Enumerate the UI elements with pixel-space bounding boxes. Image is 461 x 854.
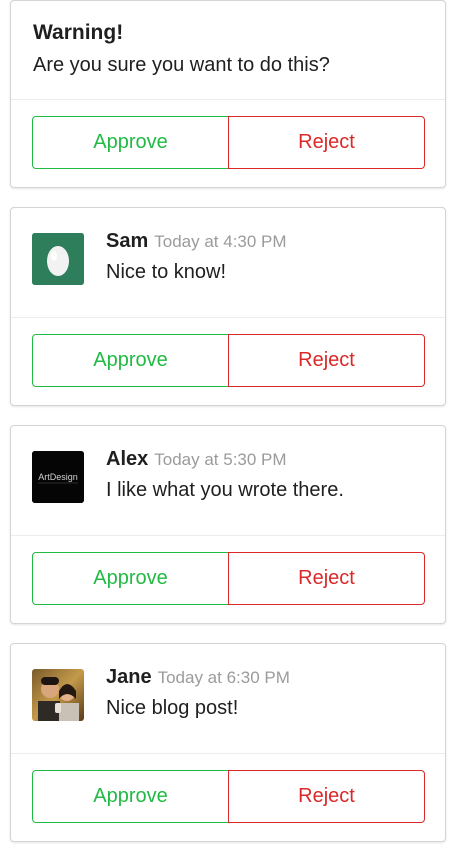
comment-author[interactable]: Alex bbox=[106, 448, 148, 470]
comment-actions: Approve Reject bbox=[11, 535, 445, 623]
comment-actions: Approve Reject bbox=[11, 753, 445, 841]
comment-actions: Approve Reject bbox=[11, 317, 445, 405]
comment-text: I like what you wrote there. bbox=[106, 479, 344, 501]
egg-avatar[interactable] bbox=[32, 233, 84, 285]
approve-reject-group: Approve Reject bbox=[32, 334, 425, 387]
comment-author[interactable]: Sam bbox=[106, 230, 148, 252]
warning-card: Warning! Are you sure you want to do thi… bbox=[10, 0, 446, 188]
approve-button[interactable]: Approve bbox=[32, 552, 229, 605]
comment-meta: Jane Today at 6:30 PM bbox=[106, 666, 290, 689]
warning-title: Warning! bbox=[33, 21, 124, 44]
photo-avatar[interactable] bbox=[32, 669, 84, 721]
warning-actions: Approve Reject bbox=[11, 99, 445, 187]
svg-text:ArtDesign: ArtDesign bbox=[38, 472, 78, 482]
warning-message: Are you sure you want to do this? bbox=[33, 54, 330, 76]
reject-button[interactable]: Reject bbox=[228, 334, 425, 387]
approve-button[interactable]: Approve bbox=[32, 770, 229, 823]
comment-card: ArtDesign Alex Today at 5:30 PM I like wh… bbox=[10, 425, 446, 624]
comment-date: Today at 5:30 PM bbox=[154, 450, 287, 469]
comment-card: Jane Today at 6:30 PM Nice blog post! App… bbox=[10, 643, 446, 842]
approve-reject-group: Approve Reject bbox=[32, 552, 425, 605]
comment-text: Nice to know! bbox=[106, 261, 227, 283]
reject-button[interactable]: Reject bbox=[228, 770, 425, 823]
comment-meta: Alex Today at 5:30 PM bbox=[106, 448, 287, 471]
approve-reject-group: Approve Reject bbox=[32, 770, 425, 823]
comment-date: Today at 6:30 PM bbox=[157, 668, 290, 687]
reject-button[interactable]: Reject bbox=[228, 116, 425, 169]
approve-reject-group: Approve Reject bbox=[32, 116, 425, 169]
approve-button[interactable]: Approve bbox=[32, 116, 229, 169]
comment-date: Today at 4:30 PM bbox=[154, 232, 287, 251]
approve-button[interactable]: Approve bbox=[32, 334, 229, 387]
comment-card: Sam Today at 4:30 PM Nice to know! Approv… bbox=[10, 207, 446, 406]
comment-text: Nice blog post! bbox=[106, 697, 239, 719]
comment-author[interactable]: Jane bbox=[106, 666, 152, 688]
reject-button[interactable]: Reject bbox=[228, 552, 425, 605]
artdesign-avatar[interactable]: ArtDesign bbox=[32, 451, 84, 503]
comment-meta: Sam Today at 4:30 PM bbox=[106, 230, 287, 253]
